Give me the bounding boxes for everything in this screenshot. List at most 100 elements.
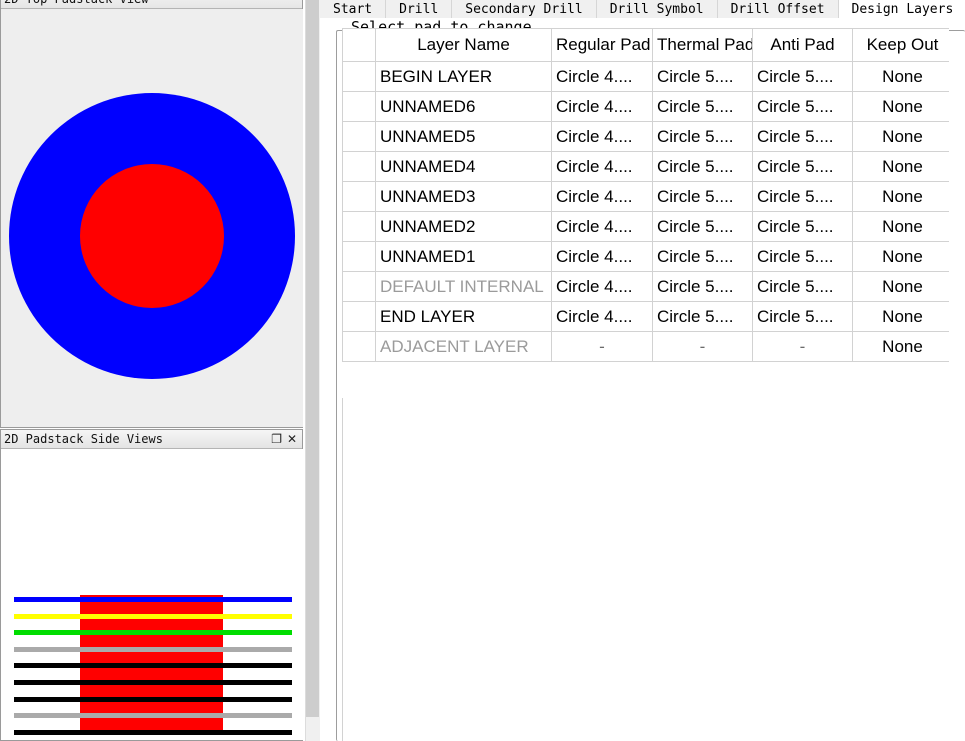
column-header-keep-out[interactable]: Keep Out [853, 29, 950, 62]
row-select-cell[interactable] [343, 332, 376, 362]
cell-thermal-pad[interactable]: Circle 5.... [653, 182, 753, 212]
cell-layer-name[interactable]: UNNAMED2 [376, 212, 552, 242]
table-row[interactable]: ADJACENT LAYER---None [343, 332, 950, 362]
padstack-side-views-canvas[interactable] [2, 449, 303, 740]
column-header-anti-pad[interactable]: Anti Pad [753, 29, 853, 62]
column-header-thermal-pad[interactable]: Thermal Pad [653, 29, 753, 62]
column-header-regular-pad[interactable]: Regular Pad [552, 29, 653, 62]
table-row[interactable]: UNNAMED6Circle 4....Circle 5....Circle 5… [343, 92, 950, 122]
row-select-cell[interactable] [343, 212, 376, 242]
tab-drill-offset[interactable]: Drill Offset [718, 0, 839, 18]
top-padstack-view-canvas[interactable] [2, 9, 303, 427]
cell-anti-pad[interactable]: Circle 5.... [753, 182, 853, 212]
cell-layer-name[interactable]: ADJACENT LAYER [376, 332, 552, 362]
close-icon[interactable]: ✕ [287, 430, 297, 449]
table-row[interactable]: UNNAMED2Circle 4....Circle 5....Circle 5… [343, 212, 950, 242]
tab-drill[interactable]: Drill [386, 0, 452, 18]
table-row[interactable]: BEGIN LAYERCircle 4....Circle 5....Circl… [343, 62, 950, 92]
cell-layer-name[interactable]: DEFAULT INTERNAL [376, 272, 552, 302]
cell-regular-pad[interactable]: Circle 4.... [552, 182, 653, 212]
padstack-side-views-panel: 2D Padstack Side Views ❐ ✕ [0, 429, 303, 741]
pad-table-container[interactable]: Layer NameRegular PadThermal PadAnti Pad… [342, 28, 949, 711]
table-row[interactable]: UNNAMED1Circle 4....Circle 5....Circle 5… [343, 242, 950, 272]
cell-anti-pad[interactable]: - [753, 332, 853, 362]
cell-keep-out[interactable]: None [853, 92, 950, 122]
pad-table-body[interactable]: BEGIN LAYERCircle 4....Circle 5....Circl… [343, 62, 950, 362]
tab-strip: StartDrillSecondary DrillDrill SymbolDri… [320, 0, 965, 19]
cell-thermal-pad[interactable]: Circle 5.... [653, 272, 753, 302]
layer-line-green [14, 630, 292, 635]
layer-line-yellow [14, 614, 292, 619]
cell-thermal-pad[interactable]: Circle 5.... [653, 62, 753, 92]
cell-anti-pad[interactable]: Circle 5.... [753, 152, 853, 182]
table-row[interactable]: DEFAULT INTERNALCircle 4....Circle 5....… [343, 272, 950, 302]
cell-thermal-pad[interactable]: Circle 5.... [653, 212, 753, 242]
column-header-layer-name[interactable]: Layer Name [376, 29, 552, 62]
cell-thermal-pad[interactable]: Circle 5.... [653, 302, 753, 332]
cell-anti-pad[interactable]: Circle 5.... [753, 302, 853, 332]
cell-keep-out[interactable]: None [853, 182, 950, 212]
left-panel-scrollbar-thumb[interactable] [306, 0, 319, 717]
row-select-cell[interactable] [343, 242, 376, 272]
cell-layer-name[interactable]: UNNAMED3 [376, 182, 552, 212]
cell-anti-pad[interactable]: Circle 5.... [753, 92, 853, 122]
column-header-spacer-0[interactable] [343, 29, 376, 62]
cell-regular-pad[interactable]: Circle 4.... [552, 122, 653, 152]
table-row[interactable]: UNNAMED3Circle 4....Circle 5....Circle 5… [343, 182, 950, 212]
cell-layer-name[interactable]: UNNAMED6 [376, 92, 552, 122]
cell-keep-out[interactable]: None [853, 152, 950, 182]
table-row[interactable]: END LAYERCircle 4....Circle 5....Circle … [343, 302, 950, 332]
minimize-icon[interactable]: — [283, 0, 298, 9]
cell-layer-name[interactable]: UNNAMED5 [376, 122, 552, 152]
row-select-cell[interactable] [343, 272, 376, 302]
row-select-cell[interactable] [343, 302, 376, 332]
cell-regular-pad[interactable]: Circle 4.... [552, 92, 653, 122]
cell-keep-out[interactable]: None [853, 302, 950, 332]
cell-layer-name[interactable]: BEGIN LAYER [376, 62, 552, 92]
row-select-cell[interactable] [343, 92, 376, 122]
padstack-side-views-titlebar[interactable]: 2D Padstack Side Views ❐ ✕ [1, 430, 302, 449]
cell-anti-pad[interactable]: Circle 5.... [753, 62, 853, 92]
cell-keep-out[interactable]: None [853, 62, 950, 92]
row-select-cell[interactable] [343, 152, 376, 182]
cell-thermal-pad[interactable]: Circle 5.... [653, 242, 753, 272]
cell-keep-out[interactable]: None [853, 272, 950, 302]
left-panel-column: 2D Top Padstack View — 2D Padstack Side … [0, 0, 305, 741]
row-select-cell[interactable] [343, 62, 376, 92]
cell-anti-pad[interactable]: Circle 5.... [753, 272, 853, 302]
row-select-cell[interactable] [343, 122, 376, 152]
dock-float-icon[interactable]: ❐ [271, 430, 282, 449]
cell-thermal-pad[interactable]: Circle 5.... [653, 152, 753, 182]
tab-secondary-drill[interactable]: Secondary Drill [452, 0, 596, 18]
table-row[interactable]: UNNAMED5Circle 4....Circle 5....Circle 5… [343, 122, 950, 152]
tab-design-layers[interactable]: Design Layers [839, 0, 965, 18]
cell-regular-pad[interactable]: Circle 4.... [552, 242, 653, 272]
cell-layer-name[interactable]: UNNAMED4 [376, 152, 552, 182]
cell-regular-pad[interactable]: Circle 4.... [552, 62, 653, 92]
table-row[interactable]: UNNAMED4Circle 4....Circle 5....Circle 5… [343, 152, 950, 182]
cell-thermal-pad[interactable]: Circle 5.... [653, 122, 753, 152]
pad-table-header: Layer NameRegular PadThermal PadAnti Pad… [343, 29, 950, 62]
row-select-cell[interactable] [343, 182, 376, 212]
cell-layer-name[interactable]: END LAYER [376, 302, 552, 332]
cell-regular-pad[interactable]: - [552, 332, 653, 362]
cell-thermal-pad[interactable]: Circle 5.... [653, 92, 753, 122]
cell-thermal-pad[interactable]: - [653, 332, 753, 362]
cell-anti-pad[interactable]: Circle 5.... [753, 212, 853, 242]
layer-line-black-3 [14, 697, 292, 702]
cell-regular-pad[interactable]: Circle 4.... [552, 212, 653, 242]
top-padstack-view-titlebar[interactable]: 2D Top Padstack View — [1, 0, 302, 9]
tab-drill-symbol[interactable]: Drill Symbol [597, 0, 718, 18]
cell-keep-out[interactable]: None [853, 332, 950, 362]
cell-regular-pad[interactable]: Circle 4.... [552, 152, 653, 182]
cell-regular-pad[interactable]: Circle 4.... [552, 302, 653, 332]
cell-layer-name[interactable]: UNNAMED1 [376, 242, 552, 272]
cell-keep-out[interactable]: None [853, 122, 950, 152]
cell-keep-out[interactable]: None [853, 242, 950, 272]
tab-start[interactable]: Start [320, 0, 386, 18]
cell-anti-pad[interactable]: Circle 5.... [753, 242, 853, 272]
pad-definition-table[interactable]: Layer NameRegular PadThermal PadAnti Pad… [342, 28, 949, 362]
cell-keep-out[interactable]: None [853, 212, 950, 242]
cell-regular-pad[interactable]: Circle 4.... [552, 272, 653, 302]
cell-anti-pad[interactable]: Circle 5.... [753, 122, 853, 152]
